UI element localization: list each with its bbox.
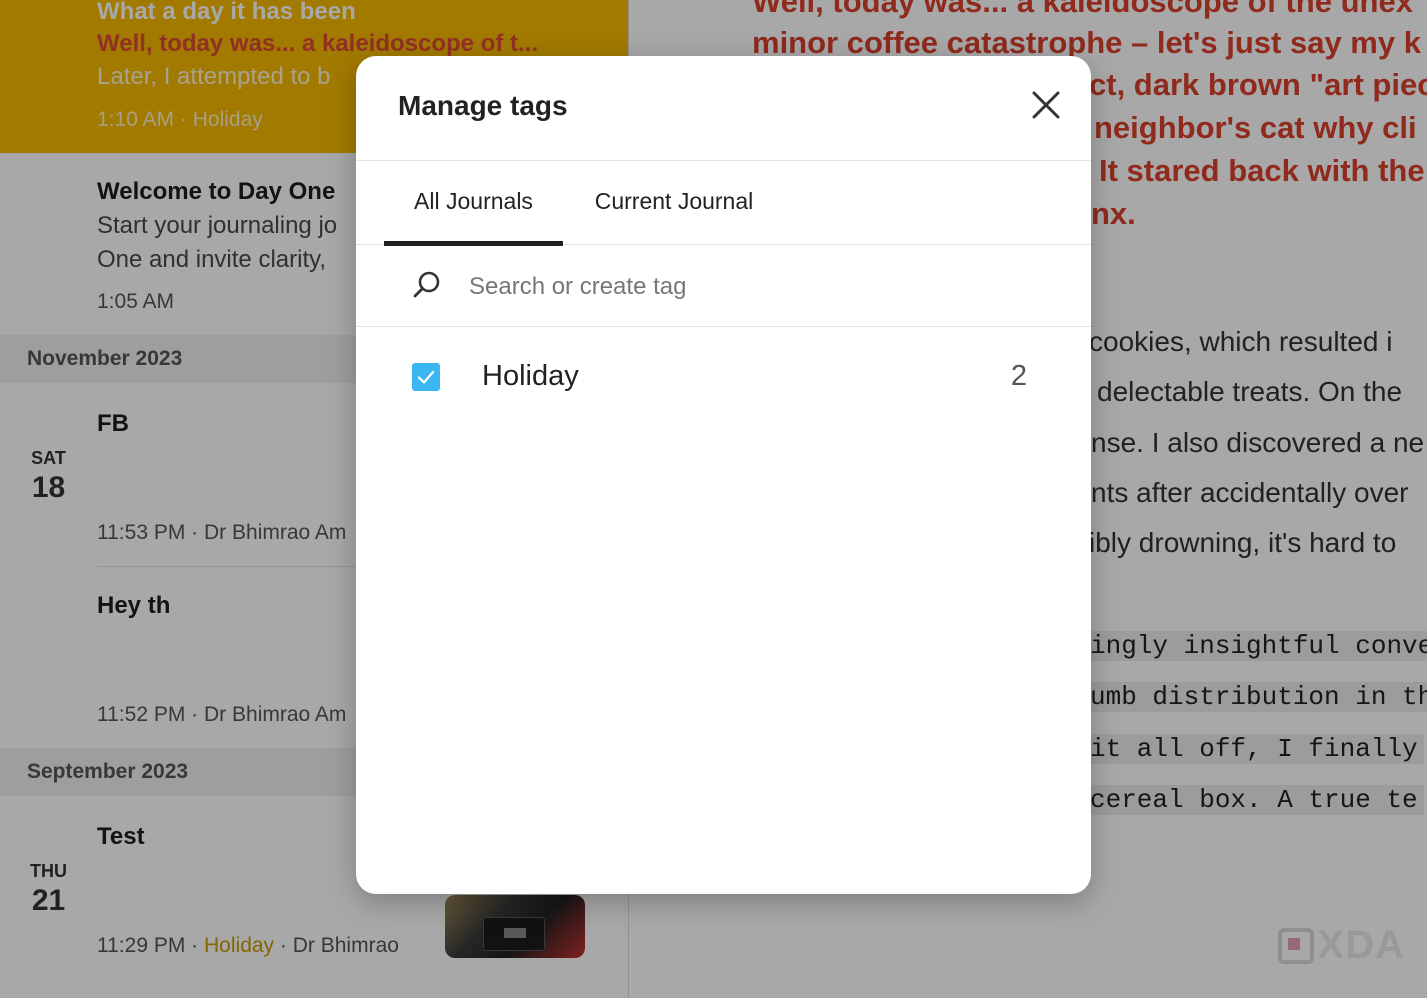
tab-current-journal[interactable]: Current Journal — [578, 161, 770, 244]
search-icon — [413, 271, 440, 298]
manage-tags-dialog: Manage tags All Journals Current Journal — [356, 56, 1091, 894]
tag-name: Holiday — [482, 360, 579, 392]
tag-search-input[interactable] — [467, 263, 1031, 311]
close-icon — [1032, 91, 1060, 119]
tab-all-journals[interactable]: All Journals — [384, 161, 563, 246]
tag-search-bar — [356, 245, 1091, 327]
tag-checkbox[interactable] — [412, 363, 440, 391]
close-button[interactable] — [1028, 87, 1064, 123]
dialog-title: Manage tags — [398, 90, 568, 121]
tag-count: 2 — [1010, 360, 1027, 392]
tab-label: All Journals — [414, 188, 533, 214]
tag-list-item[interactable]: Holiday 2 — [356, 327, 1091, 425]
checkmark-icon — [417, 370, 435, 384]
dialog-header: Manage tags — [356, 56, 1091, 161]
tab-label: Current Journal — [594, 188, 754, 214]
journal-scope-tabs: All Journals Current Journal — [356, 161, 1091, 246]
